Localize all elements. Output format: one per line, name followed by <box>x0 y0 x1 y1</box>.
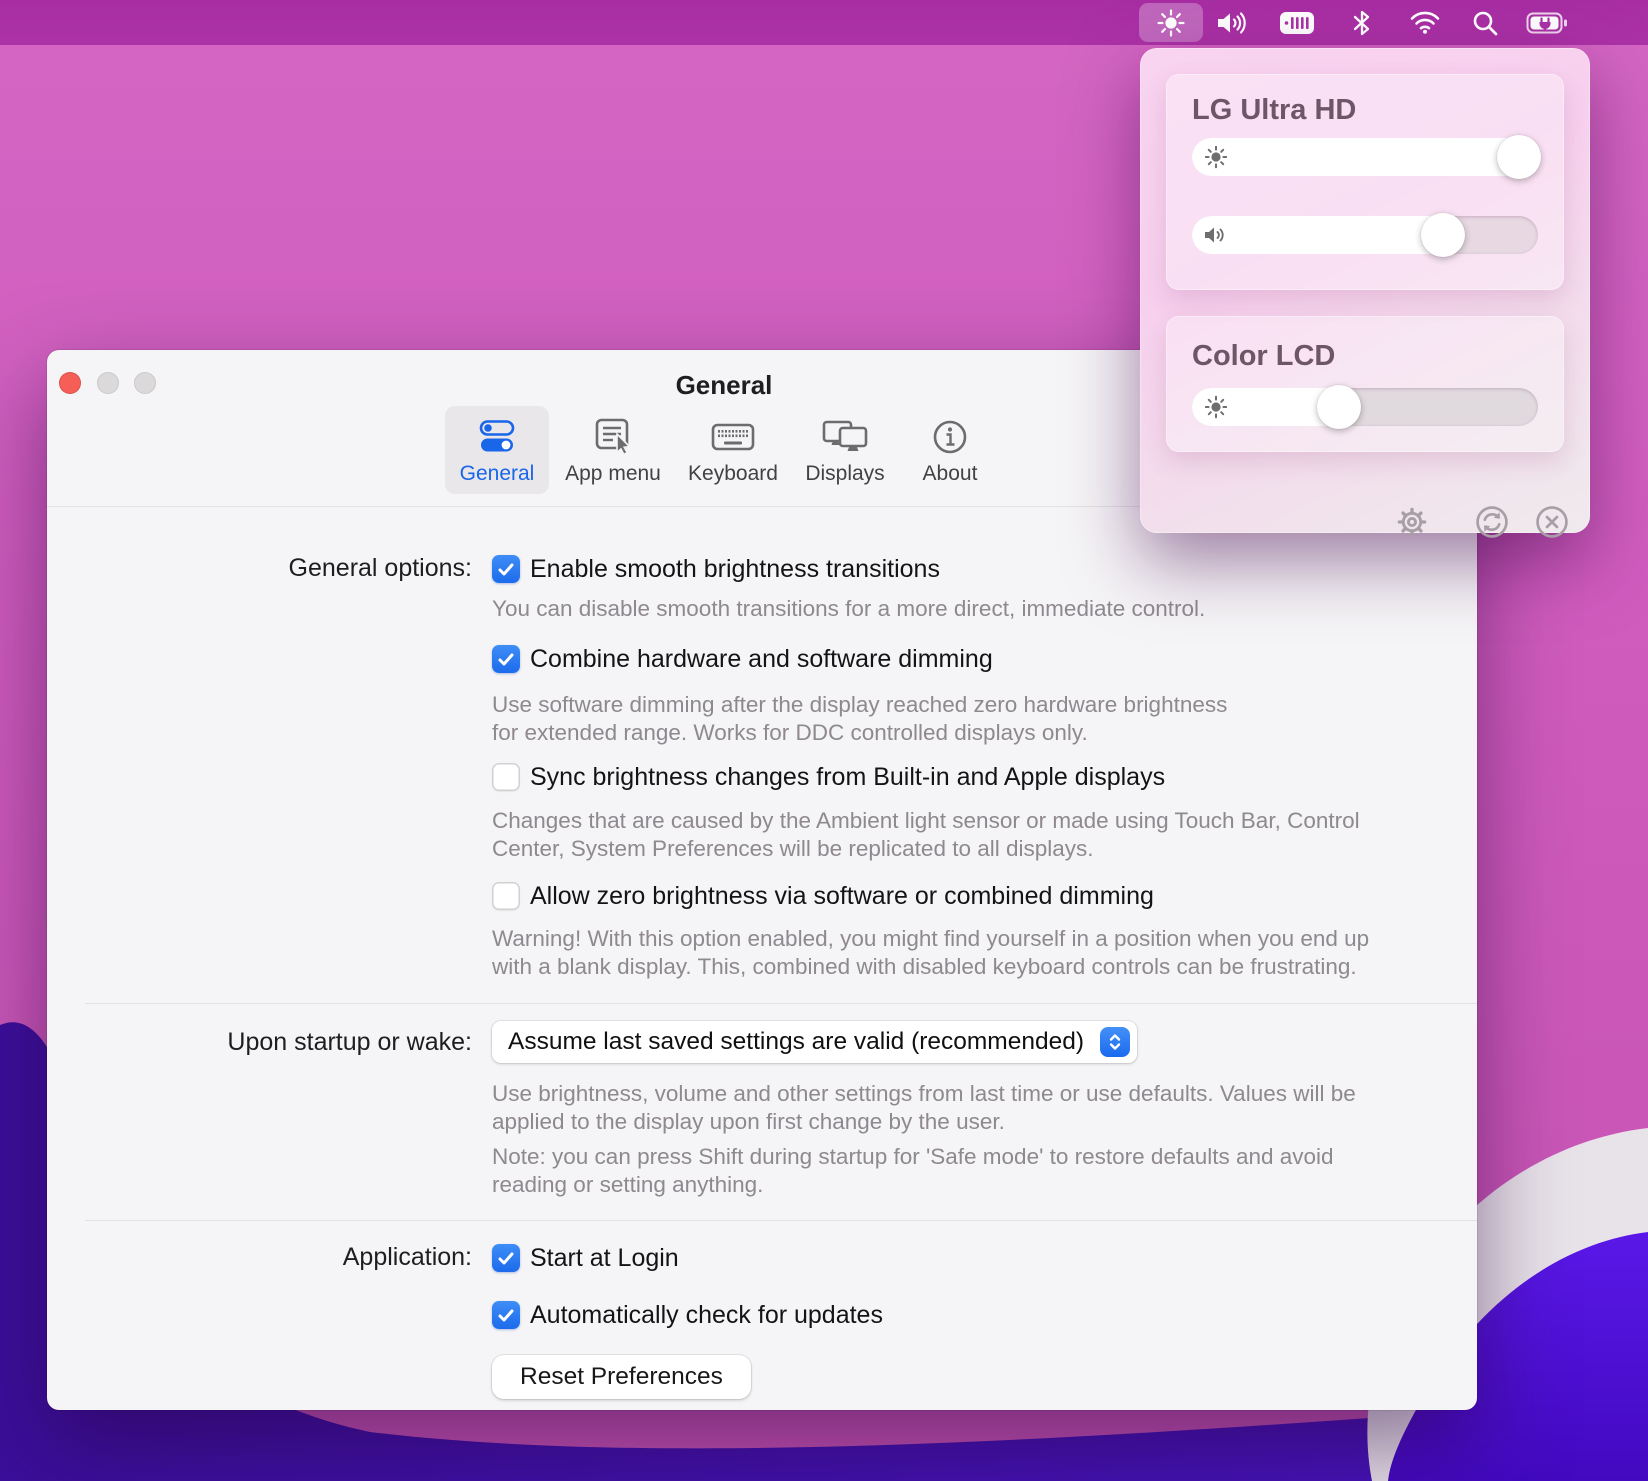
info-icon <box>931 415 969 459</box>
checkbox-label[interactable]: Enable smooth brightness transitions <box>530 555 940 584</box>
checkbox-combine-dimming[interactable] <box>492 645 520 673</box>
display-name: LG Ultra HD <box>1192 94 1356 127</box>
popover-refresh-button[interactable] <box>1470 500 1514 544</box>
menubar-brightness-button[interactable] <box>1139 3 1203 42</box>
slider-knob[interactable] <box>1497 135 1541 179</box>
displays-icon <box>821 415 869 459</box>
checkbox-auto-updates[interactable] <box>492 1301 520 1329</box>
section-divider <box>85 1220 1477 1221</box>
general-toggles-icon <box>476 415 518 459</box>
volume-slider-lg[interactable] <box>1192 216 1538 254</box>
application-label: Application: <box>47 1243 472 1272</box>
note-line: reading or setting anything. <box>492 1171 1334 1199</box>
check-icon <box>498 563 514 576</box>
help-text: Changes that are caused by the Ambient l… <box>492 807 1360 862</box>
check-icon <box>498 653 514 666</box>
tab-general[interactable]: General <box>445 406 549 494</box>
wifi-icon <box>1409 9 1441 36</box>
popover-close-button[interactable] <box>1530 500 1574 544</box>
help-line: You can disable smooth transitions for a… <box>492 595 1205 623</box>
tab-label: Keyboard <box>688 462 778 486</box>
bluetooth-icon <box>1349 8 1375 38</box>
help-line: applied to the display upon first change… <box>492 1108 1356 1136</box>
section-divider <box>85 1003 1477 1004</box>
slider-knob[interactable] <box>1317 385 1361 429</box>
brightness-icon <box>1203 394 1229 420</box>
volume-icon <box>1216 10 1248 36</box>
checkbox-label[interactable]: Automatically check for updates <box>530 1301 883 1330</box>
help-text: You can disable smooth transitions for a… <box>492 595 1205 623</box>
menubar-battery-button[interactable] <box>1512 0 1584 45</box>
help-line: Use software dimming after the display r… <box>492 691 1227 719</box>
search-icon <box>1471 9 1499 37</box>
app-menu-icon <box>591 415 635 459</box>
help-line: Changes that are caused by the Ambient l… <box>492 807 1360 835</box>
tab-about[interactable]: About <box>898 406 1002 494</box>
tab-label: About <box>923 462 978 486</box>
brightness-icon <box>1203 144 1229 170</box>
tab-app-menu[interactable]: App menu <box>561 406 665 494</box>
slider-fill <box>1192 216 1462 254</box>
help-line: Warning! With this option enabled, you m… <box>492 925 1369 953</box>
help-line: with a blank display. This, combined wit… <box>492 953 1369 981</box>
menubar-wifi-button[interactable] <box>1393 0 1457 45</box>
help-text: Use software dimming after the display r… <box>492 691 1227 746</box>
volume-icon <box>1203 224 1229 246</box>
check-icon <box>498 1309 514 1322</box>
refresh-icon <box>1472 502 1512 542</box>
tab-label: General <box>460 462 535 486</box>
checkbox-enable-smooth-transitions[interactable] <box>492 555 520 583</box>
close-icon <box>1532 502 1572 542</box>
tab-label: App menu <box>565 462 661 486</box>
help-text: Use brightness, volume and other setting… <box>492 1080 1356 1135</box>
checkbox-start-at-login[interactable] <box>492 1244 520 1272</box>
display-control-popover: LG Ultra HD <box>1140 48 1590 533</box>
checkbox-label[interactable]: Combine hardware and software dimming <box>530 645 993 674</box>
keyboard-brightness-icon <box>1279 10 1315 36</box>
menubar-volume-button[interactable] <box>1200 0 1264 45</box>
brightness-slider-color-lcd[interactable] <box>1192 388 1538 426</box>
checkbox-label[interactable]: Allow zero brightness via software or co… <box>530 882 1154 911</box>
menu-bar <box>0 0 1648 45</box>
display-name: Color LCD <box>1192 340 1335 373</box>
menubar-bluetooth-button[interactable] <box>1330 0 1394 45</box>
help-text: Warning! With this option enabled, you m… <box>492 925 1369 980</box>
check-icon <box>498 1252 514 1265</box>
settings-gear-icon <box>1393 503 1431 541</box>
slider-fill <box>1192 138 1538 176</box>
display-card-lg-ultra-hd: LG Ultra HD <box>1166 74 1564 290</box>
help-line: for extended range. Works for DDC contro… <box>492 719 1227 747</box>
startup-label: Upon startup or wake: <box>47 1028 472 1057</box>
display-card-color-lcd: Color LCD <box>1166 316 1564 452</box>
reset-preferences-button[interactable]: Reset Preferences <box>492 1355 751 1399</box>
slider-knob[interactable] <box>1421 213 1465 257</box>
menubar-keyboard-brightness-button[interactable] <box>1265 0 1329 45</box>
checkbox-label[interactable]: Sync brightness changes from Built-in an… <box>530 763 1165 792</box>
brightness-icon <box>1156 8 1186 38</box>
help-line: Center, System Preferences will be repli… <box>492 835 1360 863</box>
menubar-search-button[interactable] <box>1453 0 1517 45</box>
brightness-slider-lg[interactable] <box>1192 138 1538 176</box>
checkbox-allow-zero-brightness[interactable] <box>492 882 520 910</box>
tab-label: Displays <box>805 462 884 486</box>
dropdown-value: Assume last saved settings are valid (re… <box>508 1028 1084 1056</box>
checkbox-sync-brightness[interactable] <box>492 763 520 791</box>
note-text: Note: you can press Shift during startup… <box>492 1143 1334 1198</box>
help-line: Use brightness, volume and other setting… <box>492 1080 1356 1108</box>
note-line: Note: you can press Shift during startup… <box>492 1143 1334 1171</box>
tab-keyboard[interactable]: Keyboard <box>681 406 785 494</box>
general-options-label: General options: <box>47 554 472 583</box>
dropdown-chevrons-icon <box>1100 1027 1130 1057</box>
keyboard-icon <box>710 415 756 459</box>
popover-settings-button[interactable] <box>1390 500 1434 544</box>
startup-dropdown[interactable]: Assume last saved settings are valid (re… <box>492 1021 1137 1063</box>
battery-icon <box>1526 10 1570 36</box>
checkbox-label[interactable]: Start at Login <box>530 1244 679 1273</box>
tab-displays[interactable]: Displays <box>793 406 897 494</box>
